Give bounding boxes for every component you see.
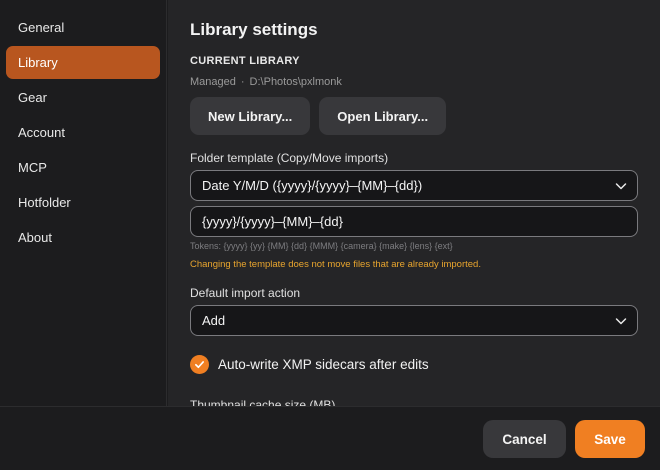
chevron-down-icon [615, 183, 627, 190]
dialog-footer: Cancel Save [0, 406, 660, 470]
page-title: Library settings [190, 20, 318, 39]
meta-separator: · [240, 76, 245, 88]
sidebar-item-library[interactable]: Library [6, 46, 160, 79]
checkmark-icon [195, 361, 204, 369]
folder-template-selected: Date Y/M/D ({yyyy}/{yyyy}–{MM}–{dd}) [202, 178, 423, 193]
save-button[interactable]: Save [575, 420, 645, 458]
sidebar-item-account[interactable]: Account [6, 116, 160, 149]
library-path: D:\Photos\pxlmonk [249, 76, 342, 88]
settings-panel: Library settings CURRENT LIBRARY Managed… [168, 0, 660, 406]
chevron-down-icon [615, 318, 627, 325]
xmp-sidecar-toggle[interactable]: Auto-write XMP sidecars after edits [190, 355, 429, 374]
settings-sidebar: General Library Gear Account MCP Hotfold… [0, 0, 167, 406]
template-tokens-hint: Tokens: {yyyy} {yy} {MM} {dd} {MMM} {cam… [190, 241, 453, 251]
library-actions: New Library... Open Library... [190, 97, 447, 135]
import-action-selected: Add [202, 313, 226, 328]
import-action-select[interactable]: Add [190, 305, 638, 336]
open-library-button[interactable]: Open Library... [319, 97, 447, 135]
library-mode: Managed [190, 76, 236, 88]
import-action-label: Default import action [190, 286, 301, 300]
xmp-checkbox[interactable] [190, 355, 209, 374]
xmp-checkbox-label: Auto-write XMP sidecars after edits [218, 357, 429, 372]
sidebar-item-mcp[interactable]: MCP [6, 151, 160, 184]
sidebar-item-about[interactable]: About [6, 221, 160, 254]
sidebar-item-general[interactable]: General [6, 11, 160, 44]
template-warning: Changing the template does not move file… [190, 259, 481, 270]
library-info: Managed · D:\Photos\pxlmonk [190, 76, 342, 88]
sidebar-item-hotfolder[interactable]: Hotfolder [6, 186, 160, 219]
thumbnail-cache-label: Thumbnail cache size (MB) [190, 398, 336, 406]
folder-template-label: Folder template (Copy/Move imports) [190, 151, 389, 165]
sidebar-item-gear[interactable]: Gear [6, 81, 160, 114]
folder-template-select[interactable]: Date Y/M/D ({yyyy}/{yyyy}–{MM}–{dd}) [190, 170, 638, 201]
folder-template-input[interactable] [190, 206, 638, 237]
current-library-heading: CURRENT LIBRARY [190, 55, 300, 67]
new-library-button[interactable]: New Library... [190, 97, 311, 135]
cancel-button[interactable]: Cancel [483, 420, 566, 458]
